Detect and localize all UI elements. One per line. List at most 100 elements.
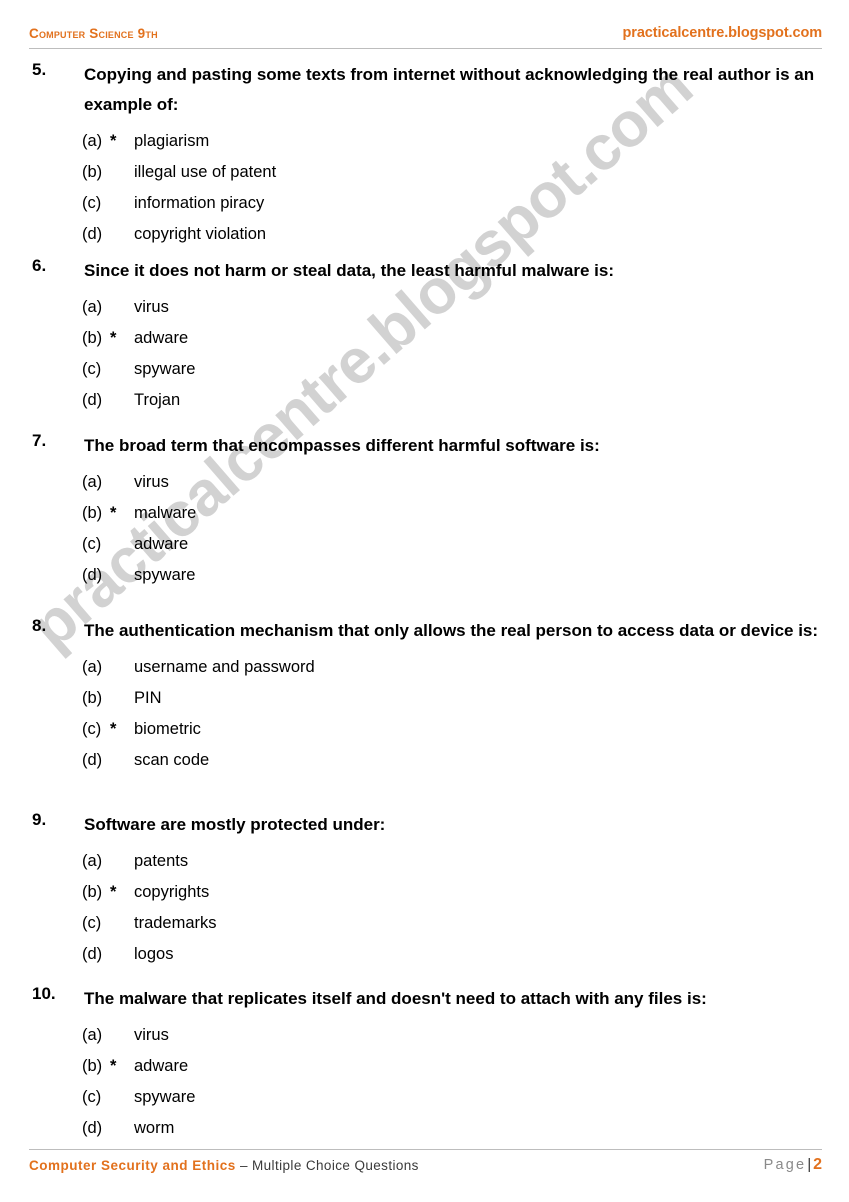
option-text: trademarks — [134, 914, 217, 932]
option-text: adware — [134, 329, 189, 347]
question-text: The broad term that encompasses differen… — [84, 436, 600, 455]
option-item[interactable]: (b) * adware — [0, 323, 849, 354]
option-item[interactable]: (a) * plagiarism — [0, 126, 849, 157]
option-text: spyware — [134, 360, 196, 378]
question-number: 6. — [32, 256, 47, 275]
question-row: 10. The malware that replicates itself an… — [0, 984, 849, 1014]
option-item[interactable]: (d) scan code — [0, 745, 849, 776]
correct-answer-asterisk-icon: * — [110, 720, 117, 738]
option-label: (d) — [82, 751, 103, 769]
option-list: (a) virus (b) * malware (c) adware (d) spyware — [0, 467, 849, 591]
footer-chapter-title: Computer Security and Ethics — [29, 1158, 236, 1173]
question-row: 6. Since it does not harm or steal data, … — [0, 256, 849, 286]
option-list: (a) virus (b) * adware (c) spyware (d) Trojan — [0, 292, 849, 416]
question-row: 9. Software are mostly protected under: — [0, 810, 849, 840]
correct-answer-asterisk-icon: * — [110, 132, 117, 150]
page-footer: Computer Security and Ethics – Multiple … — [29, 1149, 822, 1180]
header-website-url: practicalcentre.blogspot.com — [622, 25, 823, 41]
option-item[interactable]: (a) virus — [0, 467, 849, 498]
option-label: (a) — [82, 658, 103, 676]
option-label: (b) — [82, 329, 103, 347]
option-item[interactable]: (c) trademarks — [0, 908, 849, 939]
question-number: 8. — [32, 616, 47, 635]
option-text: adware — [134, 1057, 189, 1075]
option-text: Trojan — [134, 391, 181, 409]
option-text: copyright violation — [134, 225, 267, 243]
option-item[interactable]: (d) copyright violation — [0, 219, 849, 250]
option-item[interactable]: (c) spyware — [0, 1082, 849, 1113]
question-text: The malware that replicates itself and d… — [84, 989, 707, 1008]
question-text: Since it does not harm or steal data, th… — [84, 261, 614, 280]
option-label: (a) — [82, 1026, 103, 1044]
option-label: (b) — [82, 504, 103, 522]
option-label: (d) — [82, 566, 103, 584]
option-text: virus — [134, 473, 169, 491]
option-text: spyware — [134, 1088, 196, 1106]
option-item[interactable]: (b) * adware — [0, 1051, 849, 1082]
question-row: 7. The broad term that encompasses differ… — [0, 431, 849, 461]
correct-answer-asterisk-icon: * — [110, 329, 117, 347]
question-block: 5. Copying and pasting some texts from in… — [0, 60, 849, 250]
option-list: (a) username and password (b) PIN (c) * biomet… — [0, 652, 849, 776]
question-block: 7. The broad term that encompasses differ… — [0, 431, 849, 591]
option-text: spyware — [134, 566, 196, 584]
option-item[interactable]: (b) * copyrights — [0, 877, 849, 908]
correct-answer-asterisk-icon: * — [110, 504, 117, 522]
correct-answer-asterisk-icon: * — [110, 883, 117, 901]
option-label: (c) — [82, 535, 102, 553]
option-item[interactable]: (d) logos — [0, 939, 849, 970]
question-number: 10. — [32, 984, 56, 1003]
option-label: (c) — [82, 1088, 102, 1106]
option-text: plagiarism — [134, 132, 210, 150]
footer-page-indicator: Page| 2 — [764, 1156, 822, 1174]
question-row: 8. The authentication mechanism that only… — [0, 616, 849, 646]
option-text: adware — [134, 535, 189, 553]
question-block: 6. Since it does not harm or steal data, … — [0, 256, 849, 416]
option-text: logos — [134, 945, 174, 963]
option-item[interactable]: (c) adware — [0, 529, 849, 560]
option-label: (b) — [82, 1057, 103, 1075]
question-text: The authentication mechanism that only a… — [84, 621, 819, 640]
option-label: (a) — [82, 852, 103, 870]
option-item[interactable]: (b) illegal use of patent — [0, 157, 849, 188]
question-number: 5. — [32, 60, 47, 79]
option-label: (b) — [82, 689, 103, 707]
option-item[interactable]: (a) patents — [0, 846, 849, 877]
question-row: 5. Copying and pasting some texts from in… — [0, 60, 849, 120]
footer-page-word: Page — [763, 1157, 807, 1173]
question-number: 9. — [32, 810, 47, 829]
option-item[interactable]: (d) spyware — [0, 560, 849, 591]
question-text: Software are mostly protected under: — [84, 815, 386, 834]
question-block: 9. Software are mostly protected under: (a… — [0, 810, 849, 970]
page-header: Computer Science 9th practicalcentre.blo… — [29, 25, 823, 49]
option-item[interactable]: (c) information piracy — [0, 188, 849, 219]
option-label: (a) — [82, 132, 103, 150]
option-item[interactable]: (a) virus — [0, 1020, 849, 1051]
header-subject-title: Computer Science 9th — [29, 26, 158, 41]
option-label: (a) — [82, 298, 103, 316]
option-item[interactable]: (b) PIN — [0, 683, 849, 714]
option-text: virus — [134, 1026, 169, 1044]
option-label: (d) — [82, 945, 103, 963]
option-item[interactable]: (b) * malware — [0, 498, 849, 529]
option-label: (c) — [82, 914, 102, 932]
question-block: 8. The authentication mechanism that only… — [0, 616, 849, 776]
option-label: (d) — [82, 225, 103, 243]
question-number: 7. — [32, 431, 47, 450]
option-list: (a) virus (b) * adware (c) spyware (d) worm — [0, 1020, 849, 1144]
question-block: 10. The malware that replicates itself an… — [0, 984, 849, 1144]
option-item[interactable]: (a) virus — [0, 292, 849, 323]
correct-answer-asterisk-icon: * — [110, 1057, 117, 1075]
option-item[interactable]: (a) username and password — [0, 652, 849, 683]
option-item[interactable]: (c) spyware — [0, 354, 849, 385]
option-text: scan code — [134, 751, 210, 769]
option-text: worm — [134, 1119, 175, 1137]
option-item[interactable]: (d) worm — [0, 1113, 849, 1144]
option-text: copyrights — [134, 883, 210, 901]
footer-chapter-subtitle: – Multiple Choice Questions — [235, 1158, 419, 1173]
option-item[interactable]: (c) * biometric — [0, 714, 849, 745]
option-label: (d) — [82, 391, 103, 409]
option-item[interactable]: (d) Trojan — [0, 385, 849, 416]
option-text: PIN — [134, 689, 162, 707]
document-page: practicalcentre.blogspot.com Computer Sc… — [0, 0, 849, 1202]
